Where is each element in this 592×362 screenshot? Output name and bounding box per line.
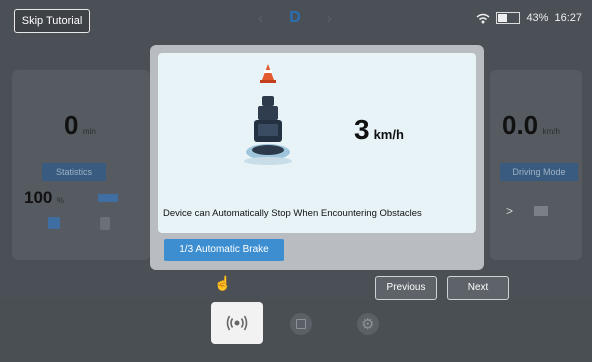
speed-number: 3 (354, 114, 370, 145)
tutorial-card (158, 53, 476, 233)
settings-button[interactable]: ⚙ (357, 313, 379, 335)
skip-tutorial-button[interactable]: Skip Tutorial (14, 9, 90, 33)
chevron-right-icon[interactable]: > (506, 204, 513, 218)
speed-readout: 0.0 (502, 110, 539, 140)
next-button[interactable]: Next (447, 276, 509, 300)
percent-unit: % (56, 196, 64, 205)
gear-icon: ⚙ (361, 316, 375, 333)
calendar-button[interactable] (290, 313, 312, 335)
left-stats-panel: 0 min Statistics 100 % (12, 70, 150, 260)
radar-icon (226, 315, 248, 331)
mode-icon (534, 206, 548, 216)
speed-readout-unit: km/h (542, 127, 560, 136)
left-arrow-icon: ‹ (258, 9, 264, 27)
right-arrow-icon: › (326, 9, 332, 27)
save-icon[interactable] (48, 217, 60, 229)
time-value: 0 (64, 110, 79, 140)
robot-illustration (244, 64, 292, 165)
gear-label: D (289, 9, 301, 26)
statistics-tab[interactable]: Statistics (42, 163, 106, 181)
speed-limit-value: 3 km/h (354, 114, 404, 146)
battery-percent: 43% (526, 12, 549, 24)
tutorial-description: Device can Automatically Stop When Encou… (163, 208, 422, 219)
wifi-icon (476, 13, 490, 23)
gear-indicator: ‹ D › (245, 4, 345, 32)
status-bar: 43% 16:27 (476, 12, 582, 24)
time-unit: min (82, 127, 96, 136)
hand-pointer-icon: ☝ (214, 275, 232, 291)
percent-value: 100 (24, 188, 53, 207)
battery-bar-icon (98, 194, 118, 202)
clock: 16:27 (554, 12, 582, 24)
right-stats-panel: 0.0 km/h Driving Mode > (490, 70, 582, 260)
previous-button[interactable]: Previous (375, 276, 437, 300)
battery-icon (496, 12, 521, 24)
obstacle-sensor-button[interactable] (211, 302, 263, 344)
speed-unit: km/h (373, 127, 404, 142)
driving-mode-tab[interactable]: Driving Mode (500, 163, 578, 181)
trash-icon[interactable] (100, 217, 110, 230)
calendar-icon (296, 319, 306, 329)
tutorial-step-label: 1/3 Automatic Brake (164, 239, 284, 261)
